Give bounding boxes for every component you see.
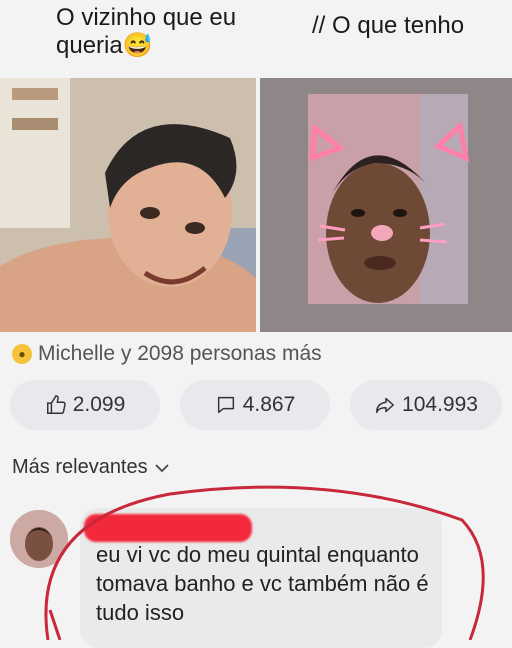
like-count: 2.099 xyxy=(72,393,126,416)
comment-bubble-icon xyxy=(217,396,234,414)
comment-sort-dropdown[interactable]: Más relevantes xyxy=(12,456,170,479)
laughing-emoji-icon: ● xyxy=(12,344,32,364)
comment-count: 4.867 xyxy=(242,393,296,416)
photo-right[interactable] xyxy=(260,78,512,332)
like-button[interactable]: 2.099 xyxy=(10,380,160,430)
commenter-avatar[interactable] xyxy=(10,510,68,568)
redacted-commenter-name xyxy=(84,514,252,542)
reactions-summary-text: Michelle y 2098 personas más xyxy=(38,342,322,365)
sweat-smile-emoji-icon: 😅 xyxy=(122,32,153,59)
reactions-summary[interactable]: ● Michelle y 2098 personas más xyxy=(12,342,322,366)
caption-right: // O que tenho xyxy=(312,12,465,39)
caption-left: O vizinho que eu queria😅 xyxy=(56,4,246,60)
photo-right-illustration xyxy=(260,78,512,332)
share-count: 104.993 xyxy=(402,393,478,416)
chevron-down-icon xyxy=(154,463,169,472)
comment-sort-label: Más relevantes xyxy=(12,456,148,478)
share-arrow-icon xyxy=(376,397,395,414)
photo-left-illustration xyxy=(0,78,256,332)
thumbs-up-icon xyxy=(46,395,66,414)
share-button[interactable]: 104.993 xyxy=(350,380,502,430)
avatar-photo xyxy=(10,510,68,568)
comment-text: eu vi vc do meu quintal enquanto tomava … xyxy=(96,542,429,625)
comment-button[interactable]: 4.867 xyxy=(180,380,330,430)
photo-left[interactable] xyxy=(0,78,256,332)
